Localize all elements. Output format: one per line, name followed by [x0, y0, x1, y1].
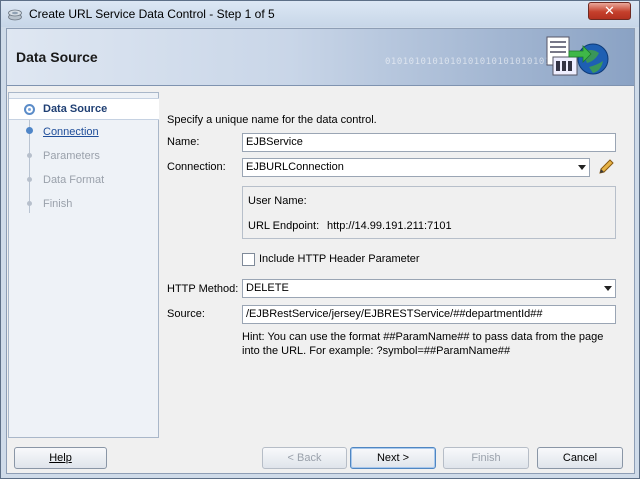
name-label: Name: — [167, 136, 200, 148]
chevron-down-icon — [604, 286, 612, 291]
step-link-icon — [26, 127, 33, 134]
step-label: Data Format — [43, 174, 105, 186]
close-button[interactable]: ✕ — [588, 2, 631, 20]
back-button-label: < Back — [287, 452, 322, 464]
finish-button-label: Finish — [471, 452, 501, 464]
user-name-label: User Name: — [248, 195, 307, 207]
step-disabled-icon — [27, 201, 32, 206]
step-current-icon — [24, 104, 35, 115]
app-icon — [8, 9, 22, 21]
close-icon: ✕ — [604, 3, 615, 18]
chevron-down-icon — [578, 165, 586, 170]
back-button[interactable]: < Back — [262, 447, 347, 469]
window-title: Create URL Service Data Control - Step 1… — [29, 7, 275, 21]
banner-binary-text: 01010101010101010101010101010 — [385, 57, 557, 67]
step-disabled-icon — [27, 153, 32, 158]
connection-label: Connection: — [167, 161, 226, 173]
source-label: Source: — [167, 308, 205, 320]
url-endpoint-value: http://14.99.191.211:7101 — [327, 220, 452, 232]
wizard-steps-panel: Data Source Connection Parameters Data F… — [8, 92, 159, 438]
hint-text-line1: Hint: You can use the format ##ParamName… — [242, 331, 604, 343]
header-banner: Data Source 0101010101010101010101010101… — [7, 29, 634, 86]
next-button[interactable]: Next > — [350, 447, 436, 469]
http-method-value: DELETE — [246, 282, 289, 294]
cancel-button-label: Cancel — [562, 452, 598, 464]
page-title: Data Source — [16, 49, 98, 65]
step-label: Data Source — [43, 103, 108, 115]
step-parameters: Parameters — [9, 146, 159, 168]
step-disabled-icon — [27, 177, 32, 182]
hint-text-line2: into the URL. For example: ?symbol=##Par… — [242, 345, 511, 357]
step-label: Connection — [43, 126, 99, 138]
step-data-format: Data Format — [9, 170, 159, 192]
http-method-select[interactable]: DELETE — [242, 279, 616, 298]
help-button-label: Help — [49, 452, 72, 464]
step-data-source[interactable]: Data Source — [9, 98, 159, 120]
step-connection[interactable]: Connection — [9, 122, 159, 144]
http-method-label: HTTP Method: — [167, 283, 239, 295]
help-button[interactable]: Help — [14, 447, 107, 469]
connection-select[interactable]: EJBURLConnection — [242, 158, 590, 177]
step-label: Parameters — [43, 150, 100, 162]
edit-pencil-icon[interactable] — [597, 158, 615, 176]
data-control-icon — [546, 36, 609, 76]
next-button-label: Next > — [376, 452, 410, 464]
step-label: Finish — [43, 198, 73, 210]
instruction-text: Specify a unique name for the data contr… — [167, 114, 377, 126]
url-endpoint-label: URL Endpoint: — [248, 220, 320, 232]
name-field[interactable]: EJBService — [242, 133, 616, 152]
dialog-body: Data Source 0101010101010101010101010101… — [6, 28, 635, 474]
cancel-button[interactable]: Cancel — [537, 447, 623, 469]
wizard-window: Create URL Service Data Control - Step 1… — [0, 0, 640, 479]
connection-select-value: EJBURLConnection — [246, 161, 344, 173]
include-header-label[interactable]: Include HTTP Header Parameter — [259, 253, 420, 265]
include-header-checkbox[interactable] — [242, 253, 255, 266]
source-field[interactable]: /EJBRestService/jersey/EJBRESTService/##… — [242, 305, 616, 324]
title-bar[interactable]: Create URL Service Data Control - Step 1… — [1, 1, 639, 27]
connection-info-box: User Name: URL Endpoint: http://14.99.19… — [242, 186, 616, 239]
step-finish: Finish — [9, 194, 159, 216]
finish-button[interactable]: Finish — [443, 447, 529, 469]
